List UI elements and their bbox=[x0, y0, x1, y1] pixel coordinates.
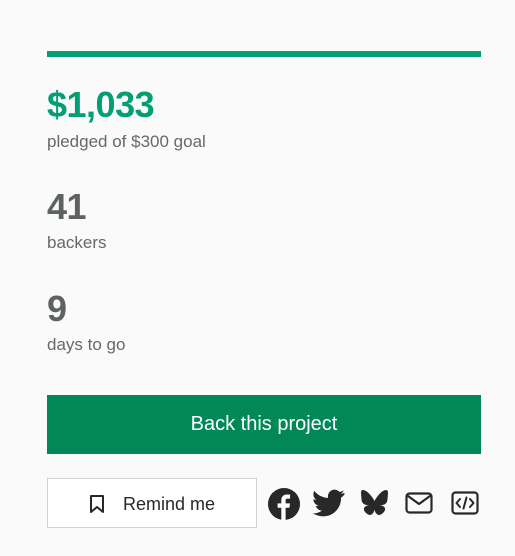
days-count: 9 bbox=[47, 288, 67, 329]
remind-me-label: Remind me bbox=[123, 494, 216, 514]
backers-label: backers bbox=[47, 233, 107, 252]
twitter-icon[interactable] bbox=[313, 489, 345, 517]
facebook-icon[interactable] bbox=[268, 488, 300, 520]
funding-progress-bar bbox=[47, 51, 481, 57]
pledged-amount: $1,033 bbox=[47, 84, 155, 125]
bookmark-icon bbox=[90, 495, 104, 513]
funding-progress-fill bbox=[47, 51, 481, 57]
email-icon[interactable] bbox=[405, 492, 433, 514]
embed-icon[interactable] bbox=[451, 491, 479, 515]
pledged-goal-label: pledged of $300 goal bbox=[47, 132, 206, 151]
remind-me-button[interactable]: Remind me bbox=[47, 478, 257, 528]
campaign-stats-panel: $1,033 pledged of $300 goal 41 backers 9… bbox=[47, 0, 481, 556]
bluesky-icon[interactable] bbox=[361, 490, 388, 515]
backers-count: 41 bbox=[47, 186, 87, 227]
back-this-project-button[interactable]: Back this project bbox=[47, 395, 481, 454]
days-to-go-label: days to go bbox=[47, 335, 126, 354]
